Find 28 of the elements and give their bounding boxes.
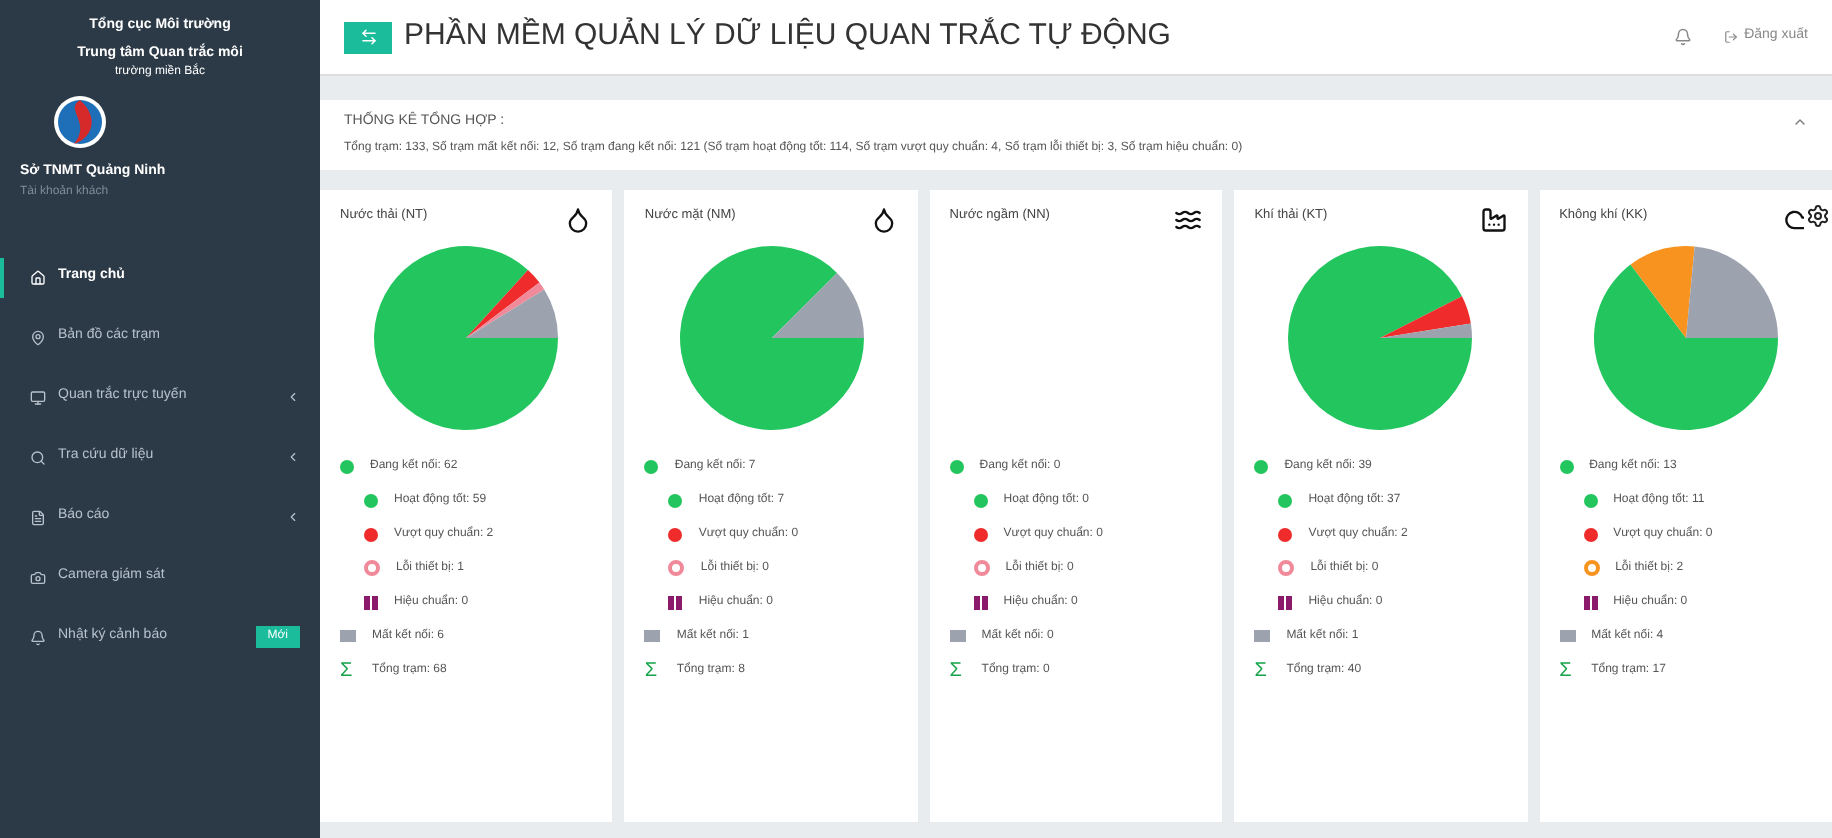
search-icon bbox=[30, 449, 46, 465]
monitor-icon bbox=[30, 389, 46, 405]
swap-icon bbox=[359, 28, 377, 46]
collapse-icon bbox=[1792, 114, 1808, 130]
settings-button[interactable] bbox=[1803, 201, 1832, 229]
sigma-symbol: Σ bbox=[644, 661, 660, 681]
sigma-symbol: Σ bbox=[1254, 661, 1269, 681]
droplet-icon bbox=[564, 205, 593, 233]
menu-toggle-button[interactable] bbox=[344, 21, 392, 53]
chevron-icon bbox=[286, 510, 300, 524]
factory-icon bbox=[1479, 205, 1508, 233]
waves-icon bbox=[1174, 205, 1203, 233]
sigma-symbol: Σ bbox=[949, 661, 964, 681]
logout-icon bbox=[1724, 30, 1739, 44]
notification-icon[interactable] bbox=[1674, 28, 1693, 46]
droplet-icon bbox=[869, 205, 898, 233]
app-title: PHẦN MỀM QUẢN LÝ DỮ LIỆU QUAN TRẮC TỰ ĐỘNG bbox=[404, 15, 1173, 57]
sigma-symbol: Σ bbox=[1559, 661, 1574, 681]
chevron-icon bbox=[286, 390, 300, 404]
chevron-icon bbox=[286, 450, 300, 464]
report-icon bbox=[30, 509, 46, 525]
alert-icon bbox=[30, 629, 46, 645]
sigma-symbol: Σ bbox=[340, 661, 355, 681]
camera-icon bbox=[30, 569, 46, 585]
map-icon bbox=[30, 329, 46, 345]
logo bbox=[52, 94, 108, 150]
home-icon bbox=[30, 269, 46, 285]
settings-icon bbox=[1805, 203, 1830, 227]
